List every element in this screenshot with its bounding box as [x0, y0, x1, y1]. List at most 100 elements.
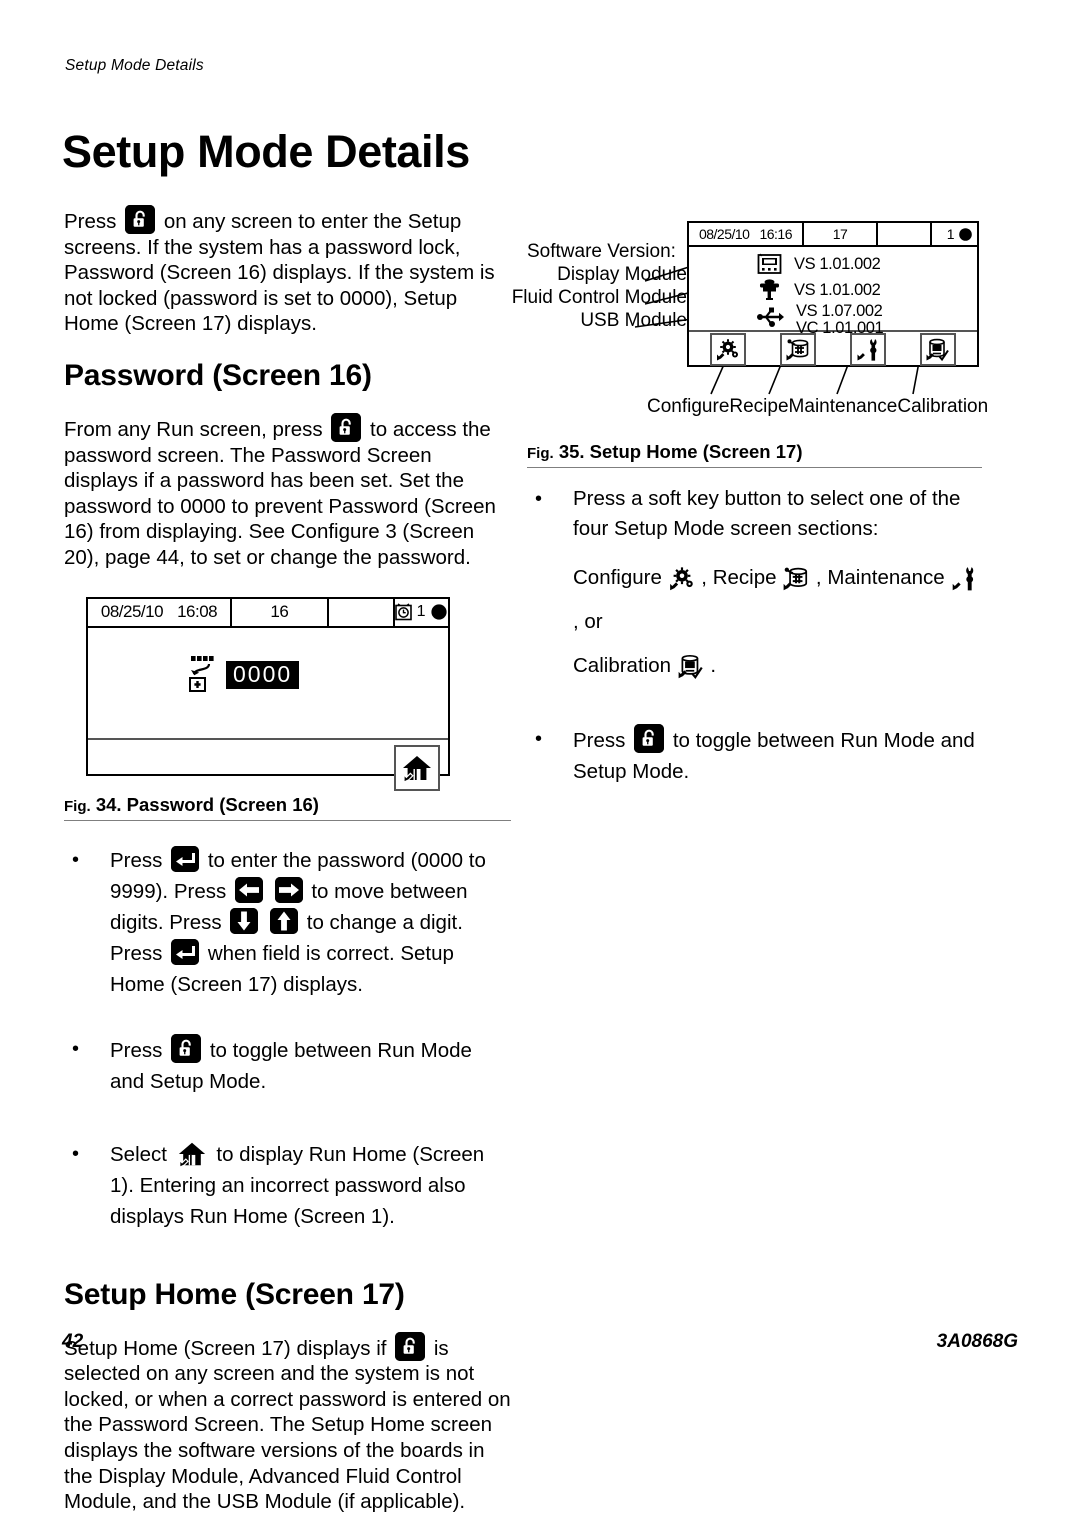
figure-34-caption-text: 34. Password (Screen 16)	[95, 793, 319, 815]
enter-key-icon	[171, 845, 200, 872]
softkey-icon-sentence: Configure , Recipe , Maintenance , or Ca…	[573, 556, 982, 688]
maintenance-wrench-icon	[950, 566, 978, 592]
intro-text-before: Press	[64, 210, 117, 233]
setup-home-bullet-list: • Press a soft key button to select one …	[527, 484, 982, 787]
softkey-configure-button[interactable]	[710, 333, 746, 366]
version-text: VS 1.07.002	[796, 302, 883, 320]
password-entry-row: 0000	[186, 655, 300, 694]
calibration-icon	[677, 654, 705, 680]
list-item: • Press to enter the password (0000 to 9…	[64, 845, 511, 1000]
softkey-maintenance-button[interactable]	[850, 333, 886, 366]
softkey-label-maintenance: Maintenance	[788, 396, 898, 417]
lcd-body: VS 1.01.002 VS 1.01.002 VS 1.07.002 VC 1…	[689, 247, 977, 337]
lcd-body: 0000	[88, 628, 448, 738]
bullet-marker: •	[72, 1037, 80, 1060]
running-head: Setup Mode Details	[65, 57, 204, 74]
version-text: VC 1.01.001	[796, 319, 884, 337]
lcd-status-bar: 08/25/10 16:08 16 1	[88, 598, 448, 628]
setup-home-paragraph: Setup Home (Screen 17) displays if is se…	[64, 1331, 511, 1515]
setup-home-heading: Setup Home (Screen 17)	[64, 1277, 405, 1311]
password-value-field[interactable]: 0000	[226, 660, 300, 689]
status-alarm-count: 1	[946, 226, 955, 242]
usb-module-icon	[757, 306, 784, 328]
bullet-marker: •	[535, 488, 543, 510]
password-bullet-list: • Press to enter the password (0000 to 9…	[64, 845, 511, 1232]
bullet-seg: Press	[573, 729, 626, 752]
status-blank-cell	[878, 223, 932, 245]
status-dot-icon	[958, 227, 973, 242]
version-text: VS 1.01.002	[794, 254, 881, 273]
list-item: • Press a soft key button to select one …	[527, 484, 982, 688]
status-alarm-count: 1	[416, 603, 426, 621]
right-column: Software Version: Display Module Fluid C…	[512, 218, 988, 813]
figure-34-rule	[64, 819, 511, 821]
password-keypad-icon	[186, 655, 216, 694]
bullet-marker: •	[72, 1142, 80, 1165]
status-dot-icon	[430, 603, 448, 621]
left-column: Press on any screen to enter the Setup s…	[64, 205, 511, 1537]
figure-34-caption-prefix: Fig.	[64, 797, 91, 815]
softkey-label-calibration: Calibration	[897, 396, 989, 417]
bullet-seg: to toggle between Run Mode and Setup Mod…	[110, 1038, 472, 1093]
bullet-seg: Calibration	[573, 654, 671, 677]
bullet-marker: •	[535, 728, 543, 750]
figure-35-rule	[527, 467, 982, 468]
figure-35-caption-prefix: Fig.	[527, 445, 554, 462]
lock-key-icon	[331, 412, 362, 442]
bullet-seg: Press	[110, 848, 163, 872]
bullet-marker: •	[72, 848, 80, 871]
page-title: Setup Mode Details	[62, 126, 470, 177]
status-screen-number: 16	[232, 598, 329, 626]
recipe-icon	[782, 566, 810, 592]
bullet-seg: Select	[110, 1142, 167, 1166]
softkey-home-button[interactable]	[394, 744, 440, 791]
password-screen-mock: 08/25/10 16:08 16 1 0000	[86, 596, 450, 791]
status-time: 16:08	[177, 602, 218, 622]
figure-35-softkey-labels: Configure Recipe Maintenance Calibration	[647, 396, 988, 418]
softkey-label-recipe: Recipe	[729, 396, 789, 417]
manual-page: Setup Mode Details Setup Mode Details Pr…	[0, 0, 1080, 1513]
lock-key-icon	[395, 1331, 426, 1361]
version-row-usb-module: VS 1.07.002 VC 1.01.001	[757, 303, 977, 337]
page-number: 42	[62, 1331, 84, 1352]
status-datetime: 08/25/10 16:16	[689, 223, 804, 245]
enter-key-icon	[171, 938, 200, 965]
configure-gear-icon	[668, 566, 696, 592]
home-icon	[177, 1139, 207, 1169]
bullet-seg: Press	[110, 1038, 163, 1062]
document-id: 3A0868G	[936, 1331, 1018, 1352]
version-row-display-module: VS 1.01.002	[757, 251, 977, 277]
setup-home-text-after: is selected on any screen and the system…	[64, 1336, 511, 1514]
lock-key-icon	[125, 205, 156, 234]
status-datetime: 08/25/10 16:08	[88, 598, 232, 626]
fluid-control-module-icon	[757, 278, 782, 302]
figure-34: 08/25/10 16:08 16 1 0000 Fig. 34. Passwo…	[64, 596, 511, 821]
lock-key-icon	[171, 1033, 202, 1063]
usb-versions: VS 1.07.002 VC 1.01.001	[796, 302, 884, 337]
password-paragraph: From any Run screen, press to access the…	[64, 412, 511, 571]
softkey-recipe-button[interactable]	[780, 333, 816, 366]
status-date: 08/25/10	[100, 602, 164, 622]
bullet-seg: when field is correct. Setup Home (Scree…	[110, 941, 454, 996]
list-item: • Press to toggle between Run Mode and S…	[527, 724, 982, 787]
status-screen-number: 17	[804, 223, 878, 245]
status-time: 16:16	[759, 226, 793, 242]
display-module-icon	[757, 253, 782, 275]
figure-35: Software Version: Display Module Fluid C…	[512, 218, 988, 423]
bullet-seg: Press a soft key button to select one of…	[573, 487, 961, 540]
softkey-label-configure: Configure	[647, 396, 730, 417]
status-blank-cell	[329, 598, 395, 626]
bullet-seg: , or	[573, 610, 603, 633]
softkey-calibration-button[interactable]	[920, 333, 956, 366]
bullet-seg: , Recipe	[701, 566, 777, 589]
list-item: • Press to toggle between Run Mode and S…	[64, 1033, 511, 1097]
right-arrow-key-icon	[274, 876, 303, 903]
lcd-softkey-bar	[88, 737, 448, 796]
lock-key-icon	[634, 724, 665, 753]
setup-home-screen-mock: 08/25/10 16:16 17 1 VS 1.01.002 VS 1.01.…	[687, 221, 979, 367]
intro-paragraph: Press on any screen to enter the Setup s…	[64, 205, 511, 337]
down-arrow-key-icon	[230, 907, 259, 934]
up-arrow-key-icon	[270, 907, 299, 934]
list-item: • Select to display Run Home (Screen 1).…	[64, 1139, 511, 1232]
status-date: 08/25/10	[698, 226, 750, 242]
